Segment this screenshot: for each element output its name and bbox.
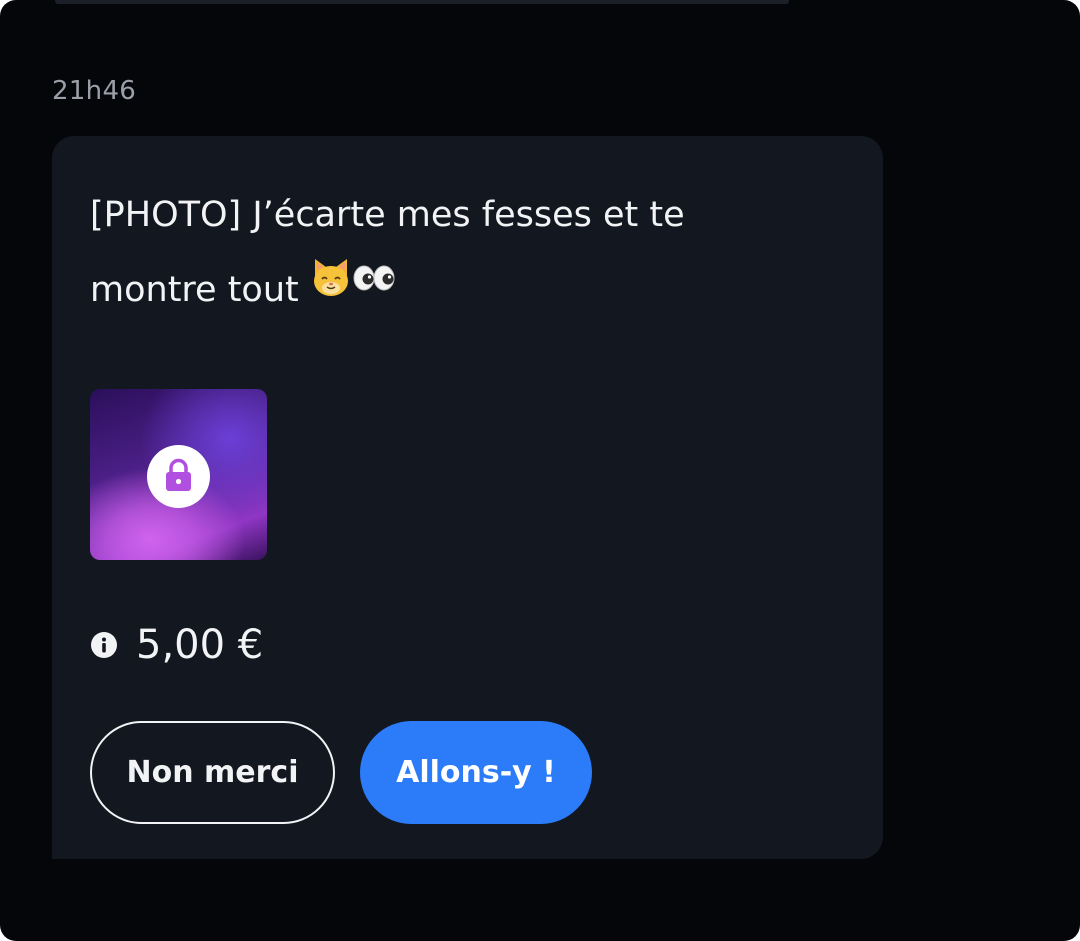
chat-view: 21h46 [PHOTO] J’écarte mes fesses et te … xyxy=(0,0,1080,941)
paid-message-card: [PHOTO] J’écarte mes fesses et te montre… xyxy=(52,136,883,859)
message-line-2: montre tout xyxy=(90,270,310,310)
cat-emoji-icon xyxy=(310,250,352,325)
decline-button[interactable]: Non merci xyxy=(90,721,335,824)
price-amount: 5,00 € xyxy=(136,622,264,668)
message-line-1: [PHOTO] J’écarte mes fesses et te xyxy=(90,195,685,235)
message-text: [PHOTO] J’écarte mes fesses et te montre… xyxy=(90,178,810,328)
top-divider xyxy=(55,0,789,4)
eyes-emoji-icon xyxy=(352,250,396,325)
lock-badge xyxy=(147,445,210,508)
lock-icon xyxy=(166,458,191,491)
info-icon[interactable] xyxy=(90,631,118,659)
accept-button[interactable]: Allons-y ! xyxy=(360,721,592,824)
price-row: 5,00 € xyxy=(90,620,263,670)
locked-photo-thumbnail[interactable] xyxy=(90,389,267,560)
message-timestamp: 21h46 xyxy=(52,76,137,106)
